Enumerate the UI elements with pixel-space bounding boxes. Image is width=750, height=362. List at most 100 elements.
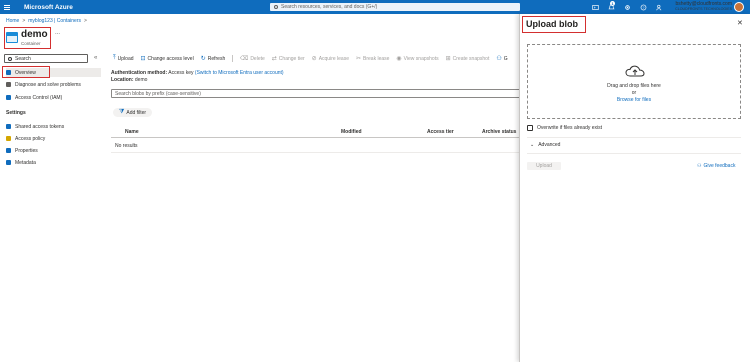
overwrite-checkbox[interactable] bbox=[527, 125, 533, 131]
refresh-button[interactable]: ↻ Refresh bbox=[200, 55, 226, 63]
delete-button[interactable]: ⌫ Delete bbox=[239, 55, 265, 63]
help-icon[interactable]: ? bbox=[638, 2, 648, 12]
sidebar-item-label: Metadata bbox=[15, 159, 36, 166]
tier-icon: ⇄ bbox=[271, 56, 277, 62]
view-snapshots-button[interactable]: ◉ View snapshots bbox=[396, 55, 439, 63]
properties-icon bbox=[6, 148, 11, 153]
acquire-lease-button[interactable]: ⊘ Acquire lease bbox=[311, 55, 349, 63]
upload-button[interactable]: ⤒ Upload bbox=[113, 55, 134, 62]
sidebar-item-label: Access policy bbox=[15, 135, 46, 142]
sidebar-item-properties[interactable]: Properties bbox=[6, 146, 101, 155]
drag-drop-text: Drag and drop files here bbox=[607, 83, 661, 89]
sidebar-item-shared-access-tokens[interactable]: Shared access tokens bbox=[6, 122, 101, 131]
global-search-placeholder: Search resources, services, and docs (G+… bbox=[281, 4, 378, 10]
feedback-icon[interactable] bbox=[654, 2, 664, 12]
panel-title: Upload blob bbox=[526, 19, 578, 29]
cloud-upload-icon bbox=[625, 65, 645, 77]
refresh-label: Refresh bbox=[207, 55, 226, 62]
switch-auth-link[interactable]: (Switch to Microsoft Entra user account) bbox=[195, 70, 284, 76]
user-account[interactable]: bshetty@cloudfronts.com CLOUDFRONTS TECH… bbox=[670, 2, 732, 12]
break-lease-label: Break lease bbox=[363, 55, 390, 62]
breadcrumb-separator: > bbox=[83, 18, 87, 24]
auth-value: Access key bbox=[168, 70, 194, 76]
more-commands-button[interactable]: ⚇ G bbox=[496, 55, 508, 63]
blob-search-input[interactable]: Search blobs by prefix (case-sensitive) bbox=[111, 89, 521, 98]
overview-highlight-box bbox=[2, 66, 50, 78]
panel-divider bbox=[527, 137, 741, 138]
location: Location: demo bbox=[111, 77, 147, 83]
settings-section-title: Settings bbox=[6, 110, 26, 116]
sidebar-item-label: Access Control (IAM) bbox=[15, 94, 63, 101]
panel-upload-button[interactable]: Upload bbox=[527, 162, 561, 170]
key-icon bbox=[6, 136, 11, 141]
notification-badge: 1 bbox=[610, 1, 615, 6]
upload-label: Upload bbox=[117, 55, 134, 62]
create-snapshot-button[interactable]: ⊞ Create snapshot bbox=[445, 55, 490, 63]
give-feedback-link[interactable]: ⚇ Give feedback bbox=[697, 163, 735, 169]
breadcrumb-home[interactable]: Home bbox=[6, 18, 19, 24]
table-divider bbox=[111, 152, 521, 153]
blob-search-placeholder: Search blobs by prefix (case-sensitive) bbox=[115, 90, 201, 97]
column-header-archive-status[interactable]: Archive status bbox=[482, 129, 516, 135]
more-options-icon[interactable]: ... bbox=[55, 30, 60, 36]
table-divider bbox=[111, 137, 521, 138]
breadcrumb-separator: > bbox=[22, 18, 26, 24]
eye-icon: ◉ bbox=[396, 56, 402, 62]
sidebar-item-label: Diagnose and solve problems bbox=[15, 81, 81, 88]
delete-label: Delete bbox=[250, 55, 265, 62]
global-search-input[interactable]: Search resources, services, and docs (G+… bbox=[270, 3, 520, 11]
people-icon: ⚇ bbox=[496, 56, 502, 62]
break-lease-button[interactable]: ✂ Break lease bbox=[356, 55, 390, 63]
feedback-label: Give feedback bbox=[703, 163, 736, 169]
browse-files-link[interactable]: Browse for files bbox=[527, 97, 741, 103]
avatar[interactable] bbox=[734, 2, 744, 12]
create-snapshot-label: Create snapshot bbox=[452, 55, 490, 62]
view-snapshots-label: View snapshots bbox=[403, 55, 439, 62]
advanced-toggle[interactable]: ⌄ Advanced bbox=[530, 142, 560, 148]
panel-divider bbox=[527, 153, 741, 154]
column-header-name[interactable]: Name bbox=[125, 129, 139, 135]
sidebar-item-metadata[interactable]: Metadata bbox=[6, 158, 101, 167]
page-title: demo bbox=[21, 29, 48, 40]
sidebar-item-access-policy[interactable]: Access policy bbox=[6, 134, 101, 143]
location-label: Location: bbox=[111, 77, 134, 83]
refresh-icon: ↻ bbox=[200, 56, 206, 62]
collapse-nav-icon[interactable]: « bbox=[94, 55, 97, 61]
search-icon bbox=[274, 5, 278, 9]
command-bar: ⤒ Upload ⊡ Change access level ↻ Refresh ⌫ D… bbox=[113, 54, 508, 63]
chevron-down-icon: ⌄ bbox=[530, 142, 535, 148]
change-access-level-button[interactable]: ⊡ Change access level bbox=[141, 55, 194, 63]
nav-search-input[interactable]: Search bbox=[4, 54, 88, 63]
trash-icon: ⌫ bbox=[239, 56, 249, 62]
snapshot-icon: ⊞ bbox=[445, 56, 451, 62]
sidebar-item-iam[interactable]: Access Control (IAM) bbox=[6, 93, 101, 102]
sidebar-item-diagnose[interactable]: Diagnose and solve problems bbox=[6, 80, 101, 89]
auth-method: Authentication method: Access key (Switc… bbox=[111, 70, 284, 76]
sidebar-item-label: Shared access tokens bbox=[15, 123, 65, 130]
acquire-lease-label: Acquire lease bbox=[318, 55, 349, 62]
add-filter-button[interactable]: ⧩ Add filter bbox=[113, 108, 153, 117]
close-icon[interactable]: ✕ bbox=[737, 19, 743, 27]
svg-text:?: ? bbox=[642, 5, 644, 9]
file-dropzone[interactable] bbox=[527, 44, 741, 119]
column-header-access-tier[interactable]: Access tier bbox=[427, 129, 454, 135]
change-tier-button[interactable]: ⇄ Change tier bbox=[271, 55, 305, 63]
brand-title[interactable]: Microsoft Azure bbox=[24, 4, 73, 11]
top-icons: ? bbox=[590, 2, 664, 12]
cloud-shell-icon[interactable] bbox=[590, 2, 600, 12]
add-filter-label: Add filter bbox=[126, 109, 147, 116]
breadcrumb: Home > myblog123 | Containers > bbox=[6, 18, 87, 24]
overwrite-option[interactable]: Overwrite if files already exist bbox=[527, 125, 602, 131]
menu-icon[interactable] bbox=[0, 0, 14, 14]
feedback-person-icon: ⚇ bbox=[697, 163, 702, 169]
breadcrumb-containers[interactable]: myblog123 | Containers bbox=[28, 18, 81, 24]
people-icon bbox=[6, 95, 11, 100]
metadata-icon bbox=[6, 160, 11, 165]
lease-icon: ⊘ bbox=[311, 56, 317, 62]
advanced-label: Advanced bbox=[538, 142, 561, 148]
more-commands-label: G bbox=[503, 55, 508, 62]
link-icon bbox=[6, 124, 11, 129]
settings-gear-icon[interactable] bbox=[622, 2, 632, 12]
column-header-modified[interactable]: Modified bbox=[341, 129, 362, 135]
change-access-label: Change access level bbox=[147, 55, 194, 62]
